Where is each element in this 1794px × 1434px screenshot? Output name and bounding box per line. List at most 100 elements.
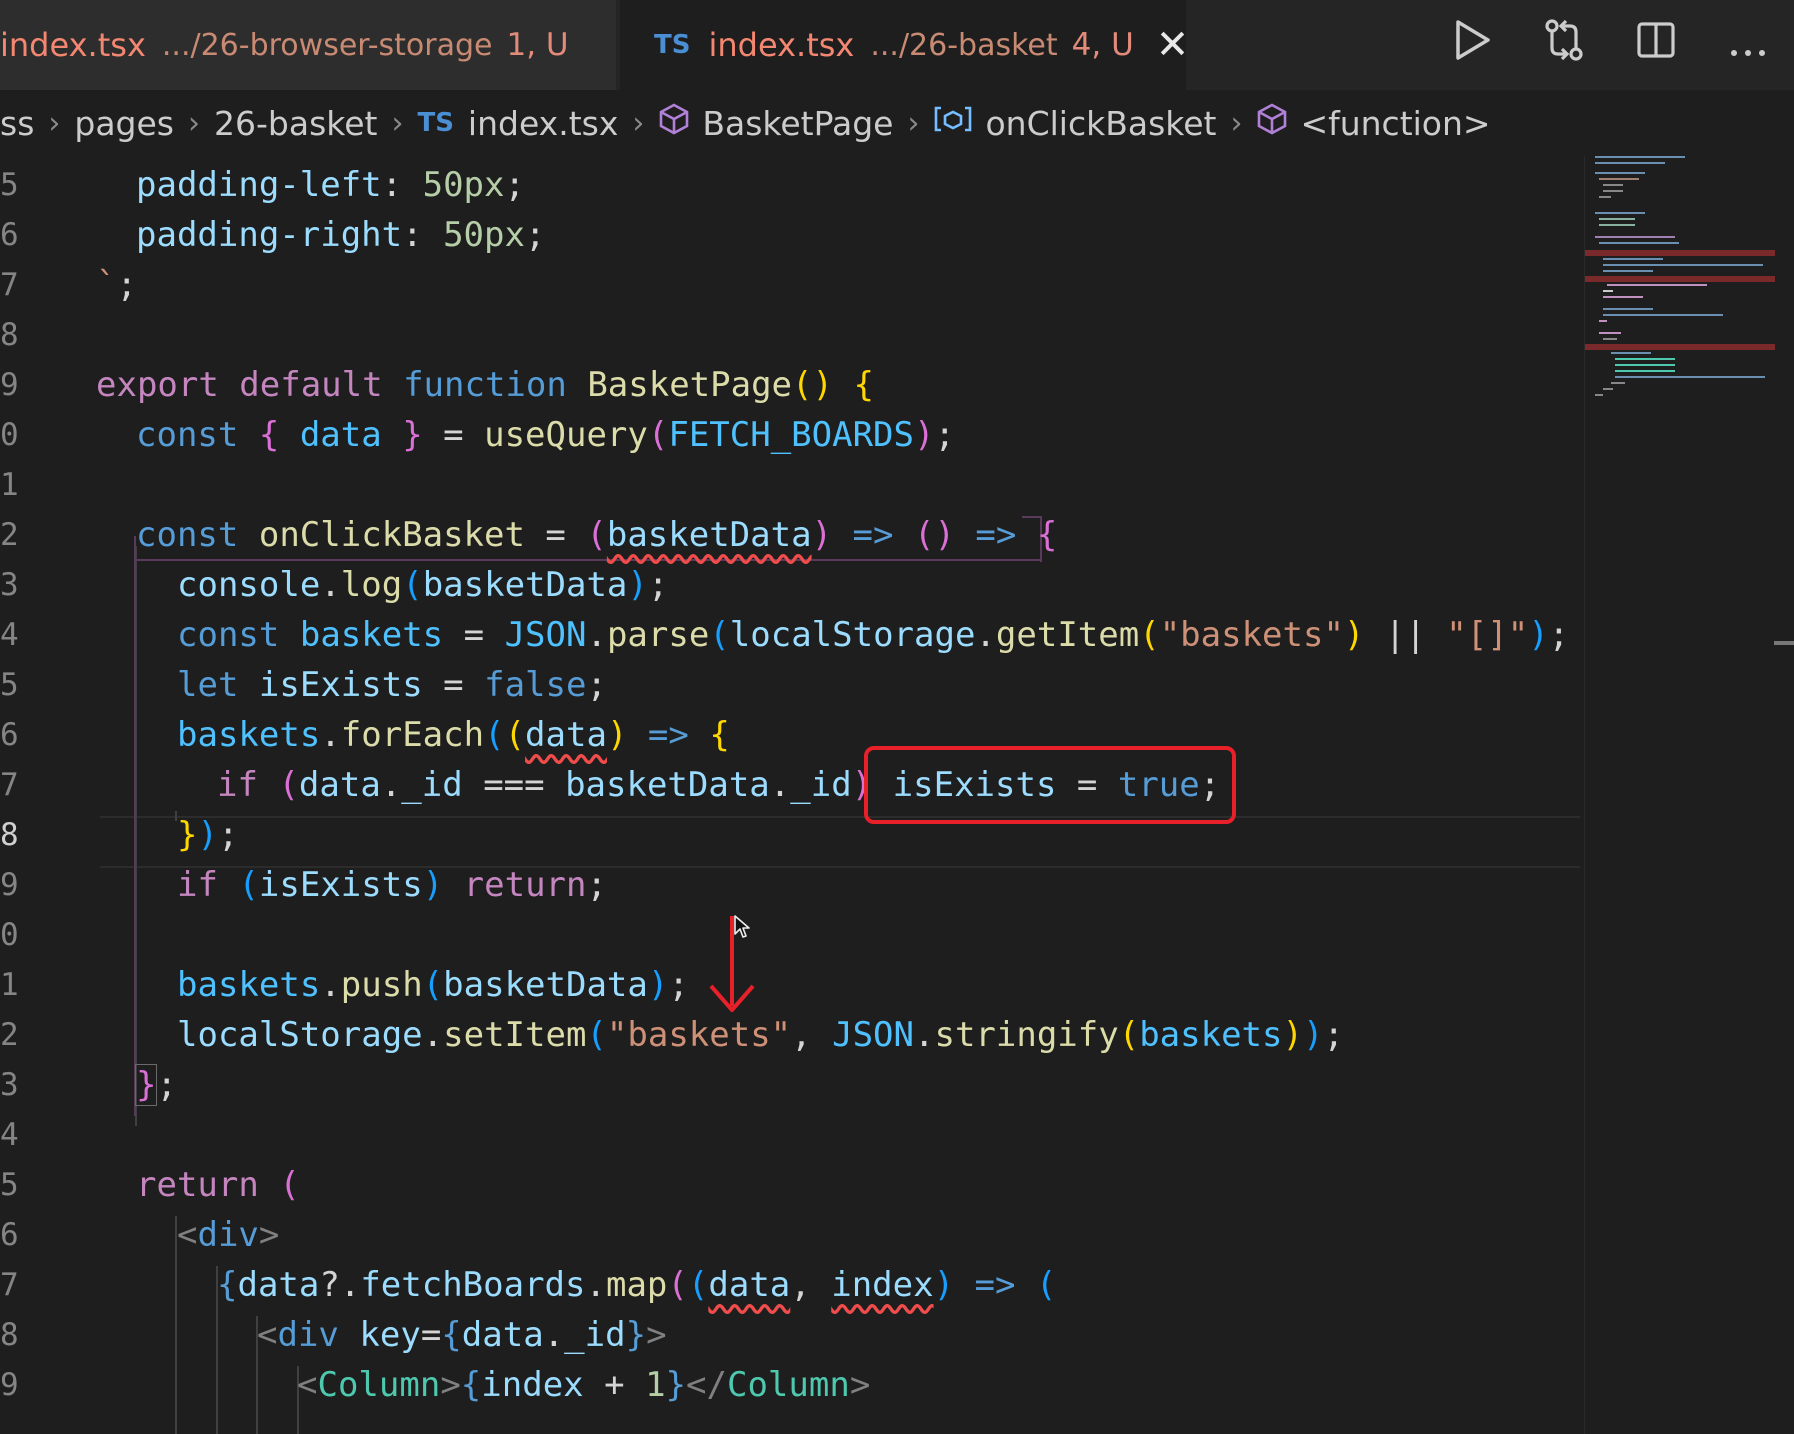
breadcrumb-item[interactable]: onClickBasket bbox=[985, 104, 1216, 143]
minimap-line bbox=[1603, 388, 1613, 390]
code-text: }; bbox=[134, 1064, 177, 1106]
minimap-line bbox=[1599, 224, 1635, 226]
chevron-right-icon: › bbox=[632, 105, 645, 141]
line-number: 5 bbox=[0, 667, 19, 703]
code-text: {data?.fetchBoards.map((data, index) => … bbox=[217, 1265, 1057, 1305]
split-editor-icon[interactable] bbox=[1610, 20, 1702, 70]
minimap-line bbox=[1595, 172, 1645, 174]
breadcrumb-item[interactable]: index.tsx bbox=[468, 104, 618, 143]
code-line: 0 bbox=[0, 910, 1584, 960]
breadcrumb-item[interactable]: BasketPage bbox=[702, 104, 893, 143]
code-text: }); bbox=[177, 815, 239, 855]
code-line: 6 baskets.forEach((data) => { bbox=[0, 710, 1584, 760]
minimap-error-marker bbox=[1585, 276, 1775, 282]
symbol-method-icon bbox=[1256, 102, 1288, 145]
minimap-line bbox=[1595, 212, 1645, 214]
code-text: padding-right: 50px; bbox=[136, 215, 546, 255]
code-line: 5 padding-left: 50px; bbox=[0, 160, 1584, 210]
chevron-right-icon: › bbox=[48, 105, 61, 141]
code-line: 8 bbox=[0, 310, 1584, 360]
tab-browser-storage-index[interactable]: index.tsx .../26-browser-storage 1, U bbox=[0, 0, 616, 90]
run-icon[interactable] bbox=[1426, 18, 1518, 72]
editor-actions bbox=[1426, 0, 1794, 90]
tab-file-status: 4, U bbox=[1071, 27, 1134, 63]
code-line: 8 <div key={data._id}> bbox=[0, 1310, 1584, 1360]
minimap[interactable] bbox=[1584, 156, 1794, 1434]
code-line: 1 bbox=[0, 460, 1584, 510]
minimap-line bbox=[1595, 394, 1603, 396]
line-number: 9 bbox=[0, 1367, 19, 1403]
line-number: 5 bbox=[0, 1167, 19, 1203]
minimap-line bbox=[1611, 382, 1625, 384]
tab-file-name: index.tsx bbox=[0, 26, 146, 64]
code-text: <Column>{index + 1}</Column> bbox=[297, 1365, 871, 1405]
minimap-line bbox=[1603, 290, 1613, 292]
code-line: 2 const onClickBasket = (basketData) => … bbox=[0, 510, 1584, 560]
line-number: 3 bbox=[0, 567, 19, 603]
chevron-right-icon: › bbox=[907, 105, 920, 141]
line-number: 0 bbox=[0, 417, 19, 453]
chevron-right-icon: › bbox=[188, 105, 201, 141]
code-line: 3 }; bbox=[0, 1060, 1584, 1110]
line-number: 3 bbox=[0, 1067, 19, 1103]
code-text: const baskets = JSON.parse(localStorage.… bbox=[177, 615, 1570, 655]
breadcrumb-item[interactable]: 26-basket bbox=[214, 104, 377, 143]
breadcrumb-item[interactable]: pages bbox=[74, 104, 174, 143]
breadcrumb-item[interactable]: ss bbox=[0, 104, 34, 143]
line-number: 4 bbox=[0, 1117, 19, 1153]
minimap-line bbox=[1603, 190, 1623, 192]
minimap-line bbox=[1599, 320, 1607, 322]
code-line: 7 {data?.fetchBoards.map((data, index) =… bbox=[0, 1260, 1584, 1310]
symbol-variable-icon bbox=[933, 103, 973, 143]
code-text: let isExists = false; bbox=[177, 665, 607, 705]
more-actions-icon[interactable] bbox=[1702, 22, 1794, 68]
close-icon[interactable]: ✕ bbox=[1156, 22, 1190, 68]
tab-file-path: .../26-browser-storage bbox=[161, 27, 493, 63]
line-number: 9 bbox=[0, 867, 19, 903]
code-line: 7 if (data._id === basketData._id) isExi… bbox=[0, 760, 1584, 810]
code-line: 6 <div> bbox=[0, 1210, 1584, 1260]
code-line: 4 const baskets = JSON.parse(localStorag… bbox=[0, 610, 1584, 660]
tab-basket-index[interactable]: TS index.tsx .../26-basket 4, U ✕ bbox=[620, 0, 1189, 90]
minimap-line bbox=[1595, 156, 1685, 158]
code-editor[interactable]: 5 padding-left: 50px; 6 padding-right: 5… bbox=[0, 156, 1584, 1434]
code-text: localStorage.setItem("baskets", JSON.str… bbox=[177, 1015, 1344, 1055]
minimap-line bbox=[1595, 162, 1665, 164]
line-number: 8 bbox=[0, 317, 19, 353]
code-line: 3 console.log(basketData); bbox=[0, 560, 1584, 610]
line-number: 2 bbox=[0, 517, 19, 553]
minimap-error-marker bbox=[1585, 344, 1775, 350]
scrollbar-thumb[interactable] bbox=[1774, 641, 1794, 645]
minimap-line bbox=[1611, 352, 1651, 354]
minimap-error-marker bbox=[1585, 250, 1775, 256]
line-number: 0 bbox=[0, 917, 19, 953]
source-control-compare-icon[interactable] bbox=[1518, 18, 1610, 72]
code-text: `; bbox=[96, 265, 137, 305]
line-number: 5 bbox=[0, 167, 19, 203]
typescript-file-icon: TS bbox=[654, 30, 691, 60]
minimap-line bbox=[1603, 296, 1643, 298]
code-line: 8 }); bbox=[0, 810, 1584, 860]
code-line: 1 baskets.push(basketData); bbox=[0, 960, 1584, 1010]
line-number: 4 bbox=[0, 617, 19, 653]
minimap-line bbox=[1603, 314, 1723, 316]
code-text: const onClickBasket = (basketData) => ()… bbox=[136, 515, 1058, 555]
minimap-line bbox=[1615, 364, 1675, 366]
line-number: 6 bbox=[0, 717, 19, 753]
minimap-line bbox=[1615, 370, 1675, 372]
code-text: export default function BasketPage() { bbox=[96, 365, 874, 405]
minimap-line bbox=[1599, 178, 1639, 180]
line-number: 7 bbox=[0, 1267, 19, 1303]
tab-file-name: index.tsx bbox=[708, 26, 855, 64]
minimap-line bbox=[1599, 196, 1611, 198]
line-number: 9 bbox=[0, 367, 19, 403]
line-number: 6 bbox=[0, 1217, 19, 1253]
code-line: 4 bbox=[0, 1110, 1584, 1160]
code-text: <div key={data._id}> bbox=[257, 1315, 667, 1355]
chevron-right-icon: › bbox=[391, 105, 404, 141]
breadcrumb-item[interactable]: <function> bbox=[1300, 104, 1490, 143]
code-text: console.log(basketData); bbox=[177, 565, 669, 605]
minimap-line bbox=[1603, 270, 1653, 272]
symbol-method-icon bbox=[658, 102, 690, 145]
code-text: padding-left: 50px; bbox=[136, 165, 525, 205]
